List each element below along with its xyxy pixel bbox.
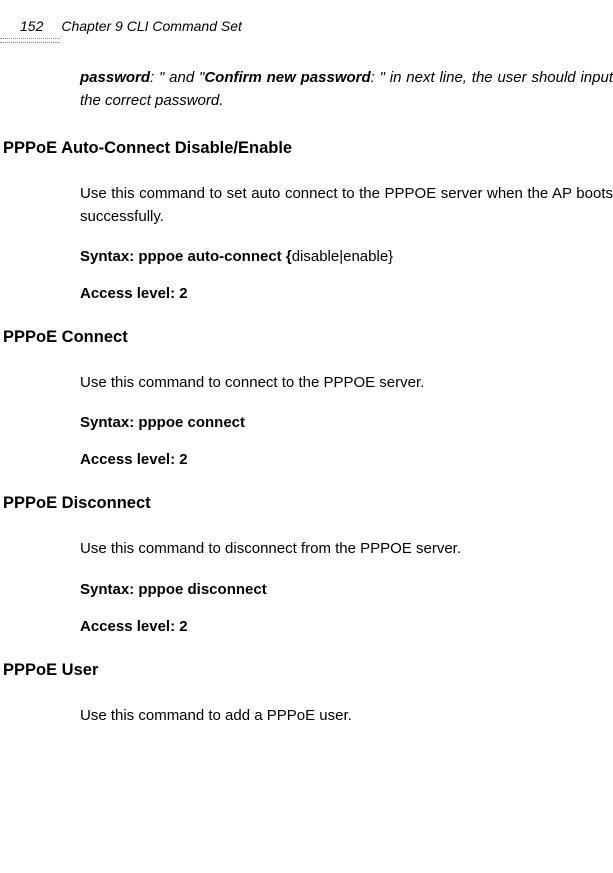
section-desc: Use this command to add a PPPoE user. <box>80 704 613 727</box>
access-level: Access level: 2 <box>80 451 613 468</box>
section-title-disconnect: PPPoE Disconnect <box>0 494 613 513</box>
page-number: 152 <box>20 18 43 34</box>
chapter-title: Chapter 9 CLI Command Set <box>61 18 242 34</box>
section-title-user: PPPoE User <box>0 661 613 680</box>
section-title-auto-connect: PPPoE Auto-Connect Disable/Enable <box>0 139 613 158</box>
access-level: Access level: 2 <box>80 618 613 635</box>
main-content: password: " and "Confirm new password: "… <box>80 66 613 727</box>
section-desc: Use this command to disconnect from the … <box>80 537 613 560</box>
intro-bold-1: password <box>80 69 150 86</box>
intro-text-1: : " and " <box>150 69 204 86</box>
access-level: Access level: 2 <box>80 285 613 302</box>
section-desc: Use this command to connect to the PPPOE… <box>80 371 613 394</box>
syntax-label: Syntax: pppoe auto-connect { <box>80 248 292 265</box>
syntax-line: Syntax: pppoe disconnect <box>80 581 613 598</box>
syntax-label: Syntax: pppoe disconnect <box>80 581 267 598</box>
intro-bold-2: Confirm new password <box>204 69 370 86</box>
syntax-args: disable|enable} <box>292 248 393 265</box>
page-header: 152 Chapter 9 CLI Command Set <box>20 18 242 34</box>
section-desc: Use this command to set auto connect to … <box>80 182 613 229</box>
header-decoration <box>0 38 60 48</box>
intro-paragraph: password: " and "Confirm new password: "… <box>80 66 613 113</box>
syntax-label: Syntax: pppoe connect <box>80 414 245 431</box>
syntax-line: Syntax: pppoe auto-connect {disable|enab… <box>80 248 613 265</box>
section-title-connect: PPPoE Connect <box>0 328 613 347</box>
syntax-line: Syntax: pppoe connect <box>80 414 613 431</box>
